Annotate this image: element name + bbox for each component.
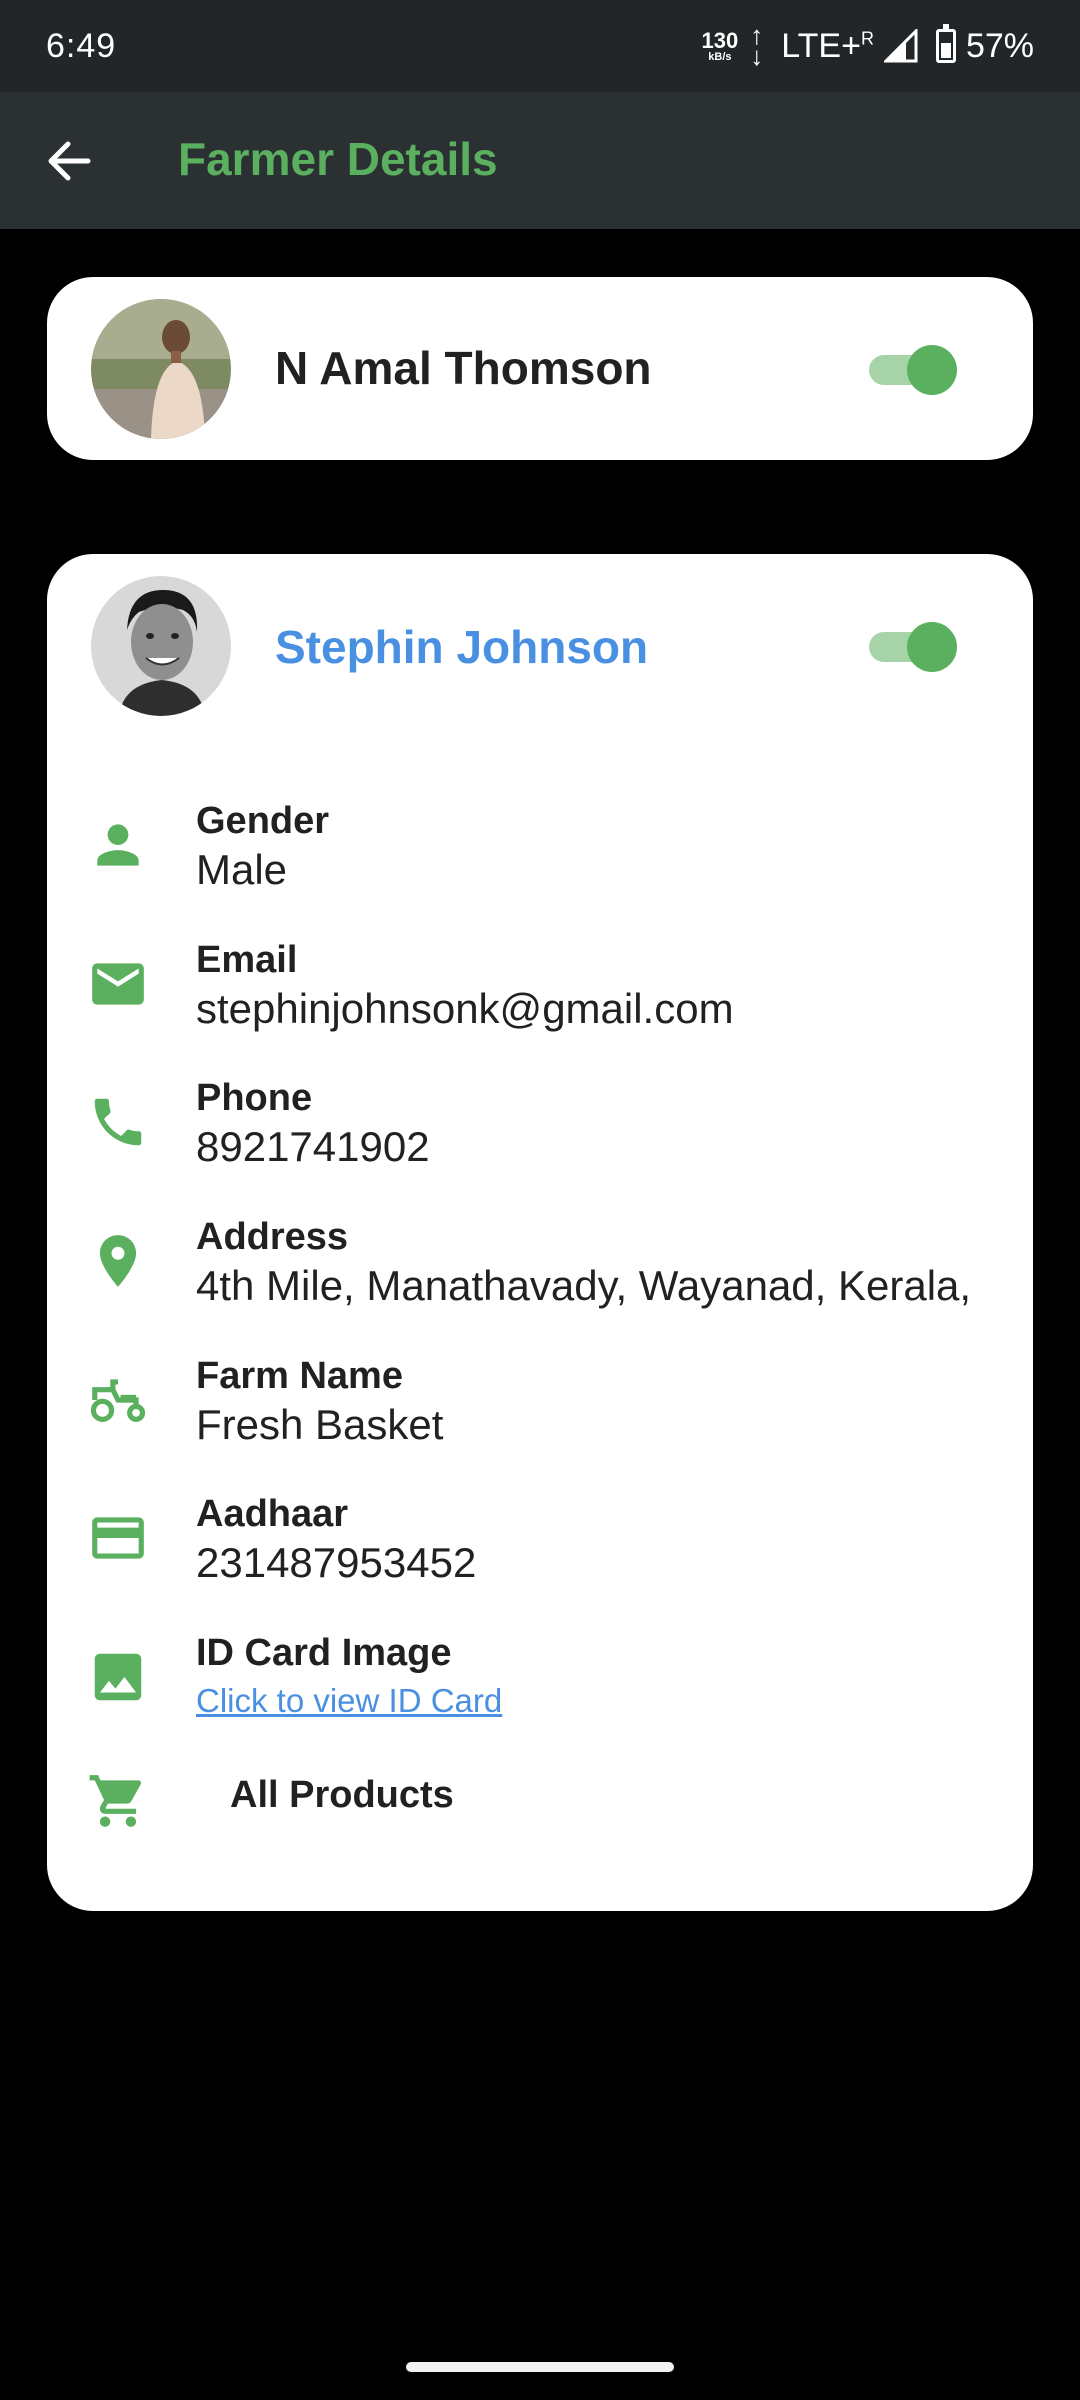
avatar [91,576,231,716]
all-products-row[interactable]: All Products [47,1746,1033,1856]
address-label: Address [196,1216,349,1258]
person-icon [97,824,139,866]
address-value: 4th Mile, Manathavady, Wayanad, Kerala, [196,1262,972,1309]
email-icon [92,963,144,1005]
phone-icon [94,1098,142,1146]
gender-value: Male [196,846,288,893]
avatar [91,299,231,439]
toggle-thumb [907,345,957,395]
roaming-indicator: R [860,28,874,49]
signal-icon [883,29,918,63]
farm-name-value: Fresh Basket [196,1401,444,1448]
farm-name-row: Farm Name Fresh Basket [47,1345,1033,1455]
address-row: Address 4th Mile, Manathavady, Wayanad, … [47,1206,1033,1316]
farmer-status-toggle[interactable] [865,618,957,674]
home-indicator[interactable] [406,2362,674,2372]
aadhaar-label: Aadhaar [196,1493,349,1535]
app-bar: Farmer Details [0,92,1080,229]
shopping-cart-icon [89,1775,141,1827]
toggle-thumb [907,622,957,672]
battery-icon [935,24,956,63]
farmer-status-toggle[interactable] [865,341,957,397]
network-type: LTE+R [781,27,874,66]
network-speed: 130 kB/s [701,27,739,63]
id-card-row: ID Card Image Click to view ID Card [47,1622,1033,1732]
network-speed-value: 130 [701,27,739,53]
data-transfer-icon: ↑ ↓ [750,20,764,71]
aadhaar-row: Aadhaar 231487953452 [47,1483,1033,1593]
email-row: Email stephinjohnsonk@gmail.com [47,929,1033,1039]
back-arrow-icon[interactable] [44,136,94,186]
status-indicators: 130 kB/s ↑ ↓ LTE+R 57% [701,20,1034,71]
farm-name-label: Farm Name [196,1355,403,1397]
id-card-label: ID Card Image [196,1632,452,1674]
farmer-name: Stephin Johnson [275,621,649,673]
phone-value: 8921741902 [196,1123,430,1170]
farmer-card-expanded: Stephin Johnson Gender Male Email stephi… [47,554,1033,1911]
gender-row: Gender Male [47,790,1033,900]
phone-label: Phone [196,1077,313,1119]
all-products-label: All Products [230,1774,454,1816]
network-type-label: LTE+ [781,26,861,65]
network-speed-unit: kB/s [708,50,732,63]
gender-label: Gender [196,800,330,842]
page-title: Farmer Details [178,133,498,185]
status-time: 6:49 [46,26,117,65]
image-icon [94,1653,142,1701]
tractor-icon [90,1379,146,1422]
credit-card-icon [92,1517,144,1559]
email-label: Email [196,939,298,981]
aadhaar-value: 231487953452 [196,1539,477,1586]
battery-percent: 57% [965,26,1034,65]
farmer-name: N Amal Thomson [275,342,652,394]
view-id-card-link[interactable]: Click to view ID Card [196,1682,502,1720]
email-value: stephinjohnsonk@gmail.com [196,985,734,1032]
status-bar: 6:49 130 kB/s ↑ ↓ LTE+R 57% [0,0,1080,92]
location-pin-icon [99,1235,137,1287]
farmer-card-collapsed[interactable]: N Amal Thomson [47,277,1033,460]
phone-row: Phone 8921741902 [47,1067,1033,1177]
